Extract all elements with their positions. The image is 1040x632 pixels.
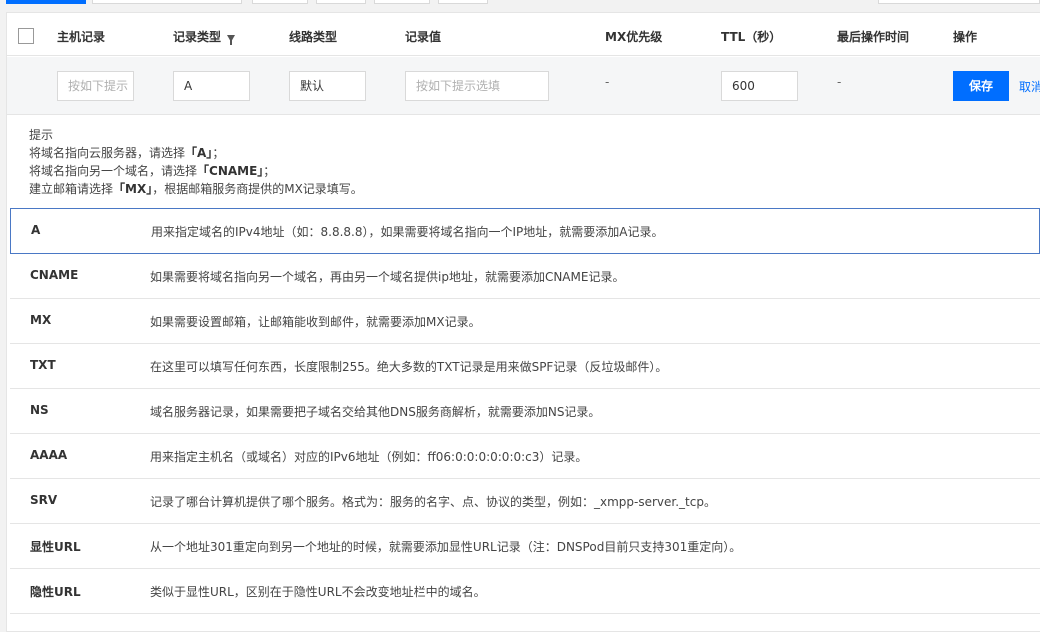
header-value: 记录值 — [405, 30, 442, 44]
top-toolbar-partial — [0, 0, 1040, 12]
record-type-name: AAAA — [30, 448, 68, 462]
hint-box: 提示 将域名指向云服务器，请选择「A」； 将域名指向另一个域名，请选择「CNAM… — [29, 126, 363, 198]
header-action: 操作 — [953, 30, 978, 44]
new-record-row: 按如下提示 A 默认 按如下提示选填 - 600 - 保存 取消 — [7, 57, 1040, 115]
toolbar-button-2[interactable] — [92, 0, 242, 4]
cancel-link[interactable]: 取消 — [1019, 78, 1040, 95]
header-type-label: 记录类型 — [173, 30, 222, 44]
record-type-desc: 在这里可以填写任何东西，长度限制255。绝大多数的TXT记录是用来做SPF记录（… — [150, 360, 668, 374]
ttl-input[interactable]: 600 — [721, 71, 798, 101]
record-type-option-srv[interactable]: SRV 记录了哪台计算机提供了哪个服务。格式为：服务的名字、点、协议的类型，例如… — [10, 479, 1040, 524]
record-type-option-ns[interactable]: NS 域名服务器记录，如果需要把子域名交给其他DNS服务商解析，就需要添加NS记… — [10, 389, 1040, 434]
record-type-list: A 用来指定域名的IPv4地址（如：8.8.8.8），如果需要将域名指向一个IP… — [10, 208, 1040, 614]
toolbar-button-6[interactable] — [438, 0, 488, 4]
header-ttl: TTL（秒） — [721, 30, 782, 44]
toolbar-primary-button[interactable] — [6, 0, 86, 4]
record-type-option-implicit-url[interactable]: 隐性URL 类似于显性URL，区别在于隐性URL不会改变地址栏中的域名。 — [10, 569, 1040, 614]
header-mx: MX优先级 — [605, 30, 663, 44]
record-type-option-mx[interactable]: MX 如果需要设置邮箱，让邮箱能收到邮件，就需要添加MX记录。 — [10, 299, 1040, 344]
record-type-name: CNAME — [30, 268, 79, 282]
table-header: 主机记录 记录类型 线路类型 记录值 MX优先级 TTL（秒） 最后操作时间 操… — [7, 13, 1040, 56]
record-type-option-txt[interactable]: TXT 在这里可以填写任何东西，长度限制255。绝大多数的TXT记录是用来做SP… — [10, 344, 1040, 389]
toolbar-button-3[interactable] — [252, 0, 308, 4]
header-host: 主机记录 — [57, 30, 106, 44]
record-type-option-a[interactable]: A 用来指定域名的IPv4地址（如：8.8.8.8），如果需要将域名指向一个IP… — [10, 208, 1040, 254]
record-type-name: A — [31, 223, 41, 237]
hint-line-cname: 将域名指向另一个域名，请选择「CNAME」； — [29, 164, 276, 178]
hint-title: 提示 — [29, 128, 54, 142]
header-line: 线路类型 — [289, 30, 338, 44]
toolbar-button-5[interactable] — [374, 0, 430, 4]
mx-value: - — [605, 75, 610, 89]
line-select[interactable]: 默认 — [289, 71, 366, 101]
record-type-desc: 用来指定主机名（或域名）对应的IPv6地址（例如：ff06:0:0:0:0:0:… — [150, 450, 588, 464]
record-type-desc: 从一个地址301重定向到另一个地址的时候，就需要添加显性URL记录（注：DNSP… — [150, 540, 742, 554]
filter-icon[interactable] — [227, 35, 236, 45]
last-op-value: - — [837, 75, 842, 89]
record-type-desc: 如果需要设置邮箱，让邮箱能收到邮件，就需要添加MX记录。 — [150, 315, 481, 329]
hint-line-a: 将域名指向云服务器，请选择「A」； — [29, 146, 225, 160]
header-last-op: 最后操作时间 — [837, 30, 910, 44]
record-type-name: 显性URL — [30, 540, 81, 554]
record-type-desc: 类似于显性URL，区别在于隐性URL不会改变地址栏中的域名。 — [150, 585, 486, 599]
value-input[interactable]: 按如下提示选填 — [405, 71, 549, 101]
host-input[interactable]: 按如下提示 — [57, 71, 134, 101]
toolbar-search[interactable] — [878, 0, 1040, 4]
save-button[interactable]: 保存 — [953, 71, 1009, 101]
select-all-checkbox[interactable] — [18, 28, 34, 44]
record-type-name: NS — [30, 403, 49, 417]
record-type-name: TXT — [30, 358, 56, 372]
hint-line-mx: 建立邮箱请选择「MX」，根据邮箱服务商提供的MX记录填写。 — [29, 182, 363, 196]
header-type[interactable]: 记录类型 — [173, 28, 236, 45]
type-select[interactable]: A — [173, 71, 250, 101]
record-type-name: 隐性URL — [30, 585, 81, 599]
record-type-desc: 域名服务器记录，如果需要把子域名交给其他DNS服务商解析，就需要添加NS记录。 — [150, 405, 601, 419]
record-type-desc: 用来指定域名的IPv4地址（如：8.8.8.8），如果需要将域名指向一个IP地址… — [151, 225, 664, 239]
record-type-name: MX — [30, 313, 52, 327]
record-type-option-explicit-url[interactable]: 显性URL 从一个地址301重定向到另一个地址的时候，就需要添加显性URL记录（… — [10, 524, 1040, 569]
record-type-name: SRV — [30, 493, 58, 507]
record-type-desc: 记录了哪台计算机提供了哪个服务。格式为：服务的名字、点、协议的类型，例如：_xm… — [150, 495, 716, 509]
record-type-option-aaaa[interactable]: AAAA 用来指定主机名（或域名）对应的IPv6地址（例如：ff06:0:0:0… — [10, 434, 1040, 479]
toolbar-button-4[interactable] — [316, 0, 366, 4]
record-type-option-cname[interactable]: CNAME 如果需要将域名指向另一个域名，再由另一个域名提供ip地址，就需要添加… — [10, 254, 1040, 299]
record-type-desc: 如果需要将域名指向另一个域名，再由另一个域名提供ip地址，就需要添加CNAME记… — [150, 270, 625, 284]
